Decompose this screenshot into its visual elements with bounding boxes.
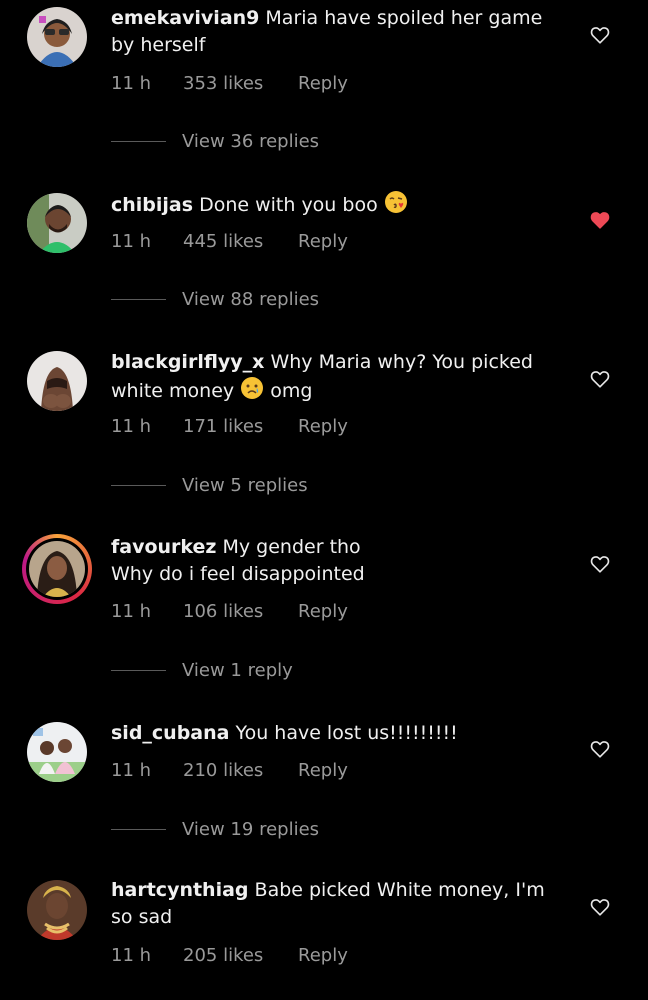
reply-button[interactable]: Reply (298, 760, 348, 781)
divider-line (111, 485, 166, 486)
comment-username[interactable]: hartcynthiag (111, 879, 249, 901)
reply-button[interactable]: Reply (298, 416, 348, 437)
comment-body: You have lost us!!!!!!!!! (235, 722, 458, 744)
avatar[interactable] (27, 351, 87, 411)
comment-time: 11 h (111, 416, 152, 437)
comment-text: sid_cubana You have lost us!!!!!!!!! (111, 720, 566, 747)
view-replies-button[interactable]: View 19 replies (111, 819, 319, 840)
comment-username[interactable]: chibijas (111, 194, 193, 216)
avatar[interactable] (27, 722, 87, 782)
reply-button[interactable]: Reply (298, 601, 348, 622)
comment-time: 11 h (111, 231, 152, 252)
comment-meta: 11 h 210 likes Reply (111, 760, 348, 781)
view-replies-button[interactable]: View 5 replies (111, 475, 308, 496)
comment-time: 11 h (111, 945, 152, 966)
divider-line (111, 141, 166, 142)
comment-meta: 11 h 445 likes Reply (111, 231, 348, 252)
blowing-kiss-emoji (384, 190, 408, 222)
view-replies-button[interactable]: View 88 replies (111, 289, 319, 310)
heart-icon[interactable] (589, 553, 611, 575)
avatar[interactable] (27, 193, 87, 253)
heart-filled-icon[interactable] (589, 209, 611, 231)
comment-username[interactable]: favourkez (111, 536, 217, 558)
comment-likes[interactable]: 106 likes (183, 601, 298, 622)
view-replies-label: View 88 replies (182, 289, 320, 310)
divider-line (111, 670, 166, 671)
avatar-story-ring[interactable] (22, 534, 92, 604)
comment-likes[interactable]: 210 likes (183, 760, 298, 781)
comment-meta: 11 h 353 likes Reply (111, 73, 348, 94)
comment-text: hartcynthiag Babe picked White money, I'm… (111, 877, 566, 931)
comment-body: Done with you boo (199, 194, 378, 216)
reply-button[interactable]: Reply (298, 945, 348, 966)
comment-body: My gender tho (222, 536, 361, 558)
comment-text: favourkez My gender tho Why do i feel dis… (111, 534, 566, 588)
comment-text: emekavivian9 Maria have spoiled her game … (111, 5, 566, 59)
reply-button[interactable]: Reply (298, 231, 348, 252)
comment-username[interactable]: blackgirlflyy_x (111, 351, 264, 373)
divider-line (111, 299, 166, 300)
comment-meta: 11 h 205 likes Reply (111, 945, 348, 966)
heart-icon[interactable] (589, 896, 611, 918)
comment-time: 11 h (111, 73, 152, 94)
comment-meta: 11 h 106 likes Reply (111, 601, 348, 622)
heart-icon[interactable] (589, 24, 611, 46)
heart-icon[interactable] (589, 738, 611, 760)
avatar[interactable] (27, 880, 87, 940)
comment-likes[interactable]: 353 likes (183, 73, 298, 94)
heart-icon[interactable] (589, 368, 611, 390)
view-replies-label: View 36 replies (182, 131, 320, 152)
comment-body-line2: Why do i feel disappointed (111, 563, 365, 585)
avatar (26, 538, 88, 600)
reply-button[interactable]: Reply (298, 73, 348, 94)
comment-meta: 11 h 171 likes Reply (111, 416, 348, 437)
comment-text: blackgirlflyy_x Why Maria why? You picked… (111, 349, 566, 408)
crying-emoji (240, 376, 264, 408)
comment-username[interactable]: emekavivian9 (111, 7, 259, 29)
comment-likes[interactable]: 205 likes (183, 945, 298, 966)
comment-likes[interactable]: 171 likes (183, 416, 298, 437)
divider-line (111, 829, 166, 830)
view-replies-button[interactable]: View 36 replies (111, 131, 319, 152)
comment-body-end: omg (270, 380, 313, 402)
comment-time: 11 h (111, 601, 152, 622)
view-replies-button[interactable]: View 1 reply (111, 660, 293, 681)
comment-likes[interactable]: 445 likes (183, 231, 298, 252)
view-replies-label: View 1 reply (182, 660, 293, 681)
comment-username[interactable]: sid_cubana (111, 722, 229, 744)
avatar[interactable] (27, 7, 87, 67)
view-replies-label: View 19 replies (182, 819, 320, 840)
view-replies-label: View 5 replies (182, 475, 308, 496)
comment-text: chibijas Done with you boo (111, 190, 566, 222)
comment-time: 11 h (111, 760, 152, 781)
